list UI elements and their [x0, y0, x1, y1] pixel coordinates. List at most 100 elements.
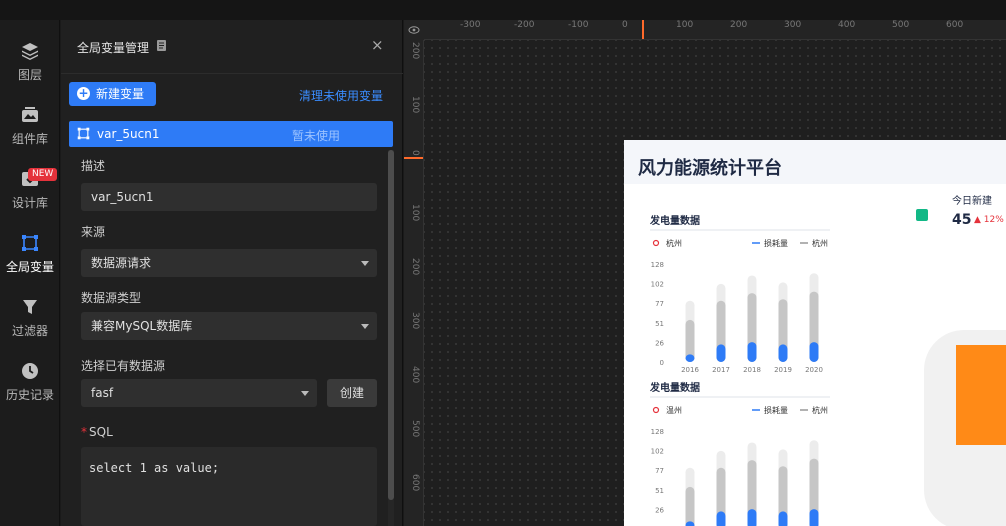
rail-label-design-library: 设计库 — [11, 196, 48, 210]
y-tick-label: 51 — [655, 487, 664, 495]
vertical-ruler[interactable]: 200 100 0 100 200 300 400 500 600 — [404, 40, 424, 526]
y-tick-label: 128 — [651, 261, 664, 269]
rail-item-design-library[interactable]: NEW 设计库 — [0, 168, 60, 234]
variable-icon — [77, 127, 90, 140]
bar-loss — [685, 486, 695, 526]
description-label: 描述 — [81, 159, 106, 173]
dashboard-charts: 发电量数据杭州 损耗量 杭州12810277512602016 2017 2018 201… — [649, 214, 830, 526]
legend-label: 杭州 — [812, 405, 828, 415]
existing-datasource-select[interactable]: fasf — [81, 379, 317, 407]
datasource-type-label: 数据源类型 — [81, 291, 142, 305]
create-datasource-button[interactable]: 创建 — [327, 379, 377, 407]
bar-value — [778, 511, 788, 526]
ruler-tick-label: 0 — [410, 150, 420, 156]
rail-item-components[interactable]: 组件库 — [0, 106, 60, 170]
rail-item-filters[interactable]: 过滤器 — [0, 298, 60, 362]
source-select[interactable]: 数据源请求 — [81, 249, 377, 277]
required-mark: * — [81, 425, 87, 439]
ruler-tick-label: 400 — [838, 20, 856, 30]
app-top-bar — [0, 0, 1006, 20]
y-tick-label: 77 — [655, 300, 664, 308]
global-variable-panel: 全局变量管理 × + 新建变量 清理未使用变量 var_5ucn1 暂未使用 描… — [61, 20, 403, 526]
description-input[interactable]: var_5ucn1 — [81, 183, 377, 211]
y-tick-label: 77 — [655, 467, 664, 475]
rail-item-global-variables[interactable]: 全局变量 — [0, 234, 60, 298]
sql-label-text: SQL — [89, 425, 113, 439]
source-label: 来源 — [81, 225, 106, 239]
ruler-tick-label: -200 — [514, 20, 535, 30]
x-tick-label: 2018 — [743, 366, 761, 374]
rail-item-layers[interactable]: 图层 — [0, 42, 60, 106]
ruler-tick-label: 100 — [410, 204, 420, 222]
y-tick-label: 51 — [655, 320, 664, 328]
doc-icon[interactable] — [157, 40, 166, 51]
y-tick-label: 102 — [651, 448, 664, 456]
close-icon[interactable]: × — [371, 36, 384, 54]
ruler-corner — [404, 20, 424, 40]
ruler-tick-label: -100 — [568, 20, 589, 30]
eye-icon[interactable] — [404, 20, 424, 40]
chart-title: 发电量数据 — [649, 381, 700, 394]
ruler-tick-label: 100 — [676, 20, 694, 30]
panel-header: 全局变量管理 × — [61, 20, 403, 74]
ruler-marker — [404, 157, 423, 159]
chart-title: 发电量数据 — [649, 214, 700, 227]
bar-value — [747, 509, 757, 526]
existing-datasource-value: fasf — [91, 386, 114, 400]
ruler-tick-label: -300 — [460, 20, 481, 30]
sql-editor[interactable]: select 1 as value; — [81, 447, 377, 526]
y-tick-label: 26 — [655, 339, 664, 347]
source-select-value: 数据源请求 — [91, 256, 152, 270]
bar-value — [809, 509, 819, 526]
caret-down-icon — [361, 324, 369, 329]
legend-label: 杭州 — [812, 238, 828, 248]
existing-datasource-label: 选择已有数据源 — [81, 359, 166, 373]
x-tick-label: 2016 — [681, 366, 699, 374]
rail-label-components: 组件库 — [11, 132, 48, 146]
rail-item-history[interactable]: 历史记录 — [0, 362, 60, 426]
ruler-marker — [642, 20, 644, 39]
dashboard-preview[interactable]: 风力能源统计平台 今日新建 45 ▲ 12% 发电量数据 杭州 损耗量 杭州 128 10… — [624, 140, 1006, 526]
bar-value — [716, 344, 726, 362]
ruler-tick-label: 600 — [946, 20, 964, 30]
horizontal-ruler[interactable]: 00-300-200-1000100200300400500600 — [424, 20, 1006, 40]
caret-down-icon — [361, 261, 369, 266]
filter-icon — [23, 300, 37, 314]
bar-value — [778, 344, 788, 362]
variable-status: 暂未使用 — [292, 129, 341, 143]
ruler-tick-label: 300 — [784, 20, 802, 30]
design-canvas[interactable]: 0 0 -300 -200 -100 0 100 200 300 400 500 600 200 100… — [404, 20, 1006, 526]
layers-icon — [22, 43, 38, 60]
rail-label-global-variables: 全局变量 — [5, 260, 54, 274]
variable-list-item[interactable]: var_5ucn1 暂未使用 — [69, 121, 393, 147]
left-icon-rail: 图层 组件库 NEW 设计库 全局变量 过滤器 历史记录 — [0, 20, 60, 526]
sql-label: * SQL — [81, 425, 113, 439]
chart-location: 杭州 — [666, 238, 682, 248]
scrollbar-thumb[interactable] — [388, 150, 394, 500]
x-tick-label: 2020 — [805, 366, 823, 374]
ruler-tick-label: 200 — [410, 42, 420, 60]
new-variable-button[interactable]: + 新建变量 — [69, 82, 156, 106]
bar-value — [747, 342, 757, 362]
new-variable-label: 新建变量 — [96, 87, 145, 101]
bar-value — [809, 342, 819, 362]
variable-icon — [22, 235, 38, 251]
chart-location: 温州 — [666, 406, 682, 415]
datasource-type-select[interactable]: 兼容MySQL数据库 — [81, 312, 377, 340]
ruler-tick-label: 300 — [410, 312, 420, 330]
clean-unused-link[interactable]: 清理未使用变量 — [299, 87, 383, 104]
rail-label-layers: 图层 — [17, 68, 42, 82]
location-pin-icon — [652, 406, 660, 414]
component-icon — [22, 107, 38, 122]
y-tick-label: 26 — [655, 506, 664, 514]
ruler-tick-label: 0 — [622, 20, 628, 30]
variable-name: var_5ucn1 — [97, 127, 160, 141]
ruler-tick-label: 400 — [410, 366, 420, 384]
legend-label: 损耗量 — [764, 238, 788, 248]
bar-value — [716, 511, 726, 526]
location-pin-icon — [652, 239, 660, 247]
rail-label-history: 历史记录 — [5, 388, 54, 402]
panel-scrollbar[interactable] — [388, 150, 394, 526]
y-tick-label: 128 — [651, 428, 664, 436]
legend-label: 损耗量 — [764, 405, 788, 415]
